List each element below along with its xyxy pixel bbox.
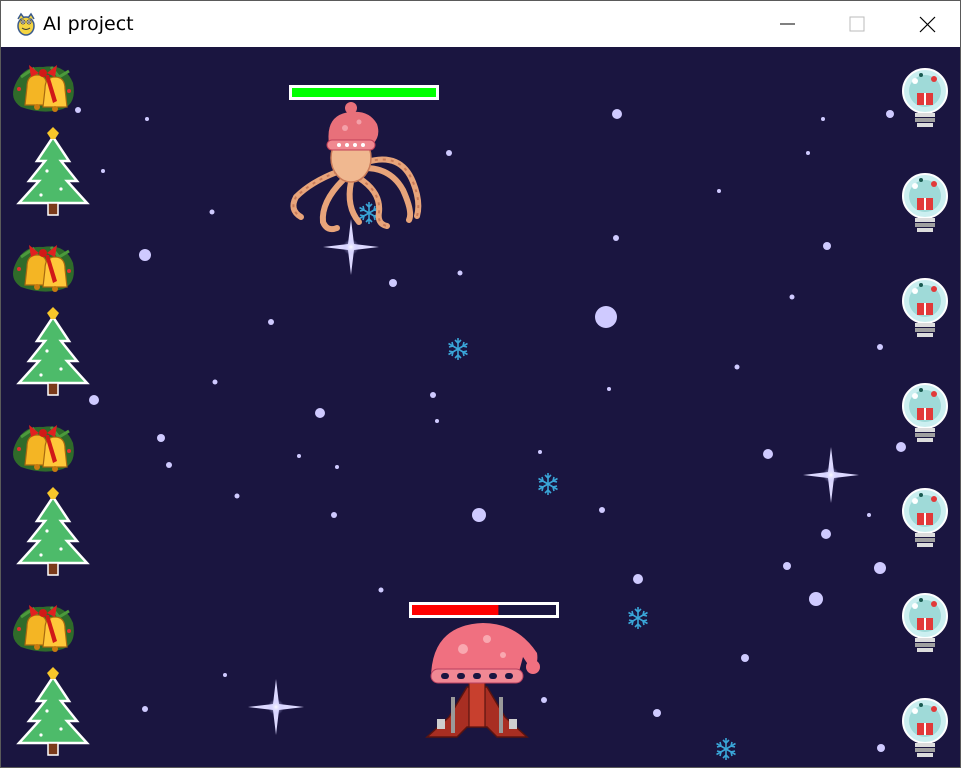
player-health-bar — [409, 602, 559, 618]
enemy-health-bar — [289, 85, 439, 100]
close-button[interactable] — [892, 1, 961, 47]
close-icon — [919, 16, 936, 33]
player-health-fill — [412, 605, 499, 615]
minimize-button[interactable] — [752, 1, 822, 47]
enemy-health-fill — [292, 88, 436, 97]
title-bar[interactable]: AI project — [1, 1, 960, 47]
maximize-icon — [849, 16, 865, 32]
game-window: AI project — [0, 0, 961, 768]
pygame-snake-icon — [17, 12, 35, 36]
game-canvas[interactable] — [1, 47, 960, 767]
maximize-button[interactable] — [822, 1, 892, 47]
window-title: AI project — [43, 13, 134, 35]
